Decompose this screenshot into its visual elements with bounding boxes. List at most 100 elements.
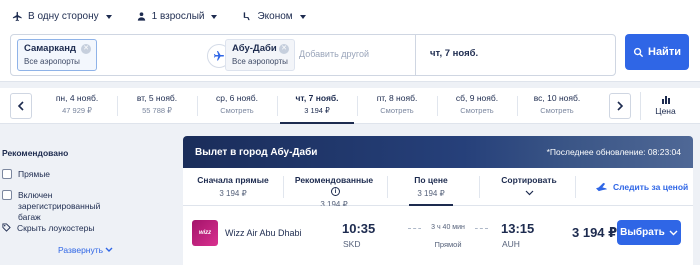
info-icon[interactable]: i (331, 187, 340, 196)
divider (575, 176, 576, 198)
banner-title: Вылет в город Абу-Даби (195, 147, 318, 158)
chevron-right-icon (617, 101, 624, 111)
expand-filters-link[interactable]: Развернуть (58, 245, 113, 255)
date-label: вс, 10 нояб. (533, 93, 581, 103)
clear-origin-icon[interactable]: ✕ (81, 44, 91, 54)
chevron-down-icon (105, 247, 113, 252)
add-other-destination[interactable]: Добавить другой (299, 49, 369, 59)
flight-card[interactable]: wizz Wizz Air Abu Dhabi 10:35 SKD 3 ч 40… (183, 206, 693, 265)
origin-airports: Все аэропорты (24, 57, 80, 66)
cabin-select[interactable]: Эконом (241, 11, 306, 22)
checkbox[interactable] (2, 169, 12, 179)
checkbox[interactable] (2, 190, 12, 200)
tab-label: Сортировать (501, 175, 557, 185)
divider (283, 176, 284, 198)
tab-label: По цене (414, 175, 448, 185)
results-panel: Вылет в город Абу-Даби *Последнее обновл… (183, 136, 693, 265)
filters-sidebar: Рекомендовано Прямые Включен зарегистрир… (0, 136, 175, 265)
date-price: Смотреть (540, 106, 574, 115)
seat-icon (244, 12, 251, 21)
tab-label: Сначала прямые (197, 175, 269, 185)
find-button[interactable]: Найти (625, 34, 689, 70)
date-price: 47 929 ₽ (62, 106, 92, 115)
plane-icon (214, 51, 224, 61)
filter-hide-lowcost[interactable]: Скрыть лоукостеры (2, 223, 94, 234)
date-field[interactable]: чт, 7 нояб. (415, 35, 615, 75)
chevron-down-icon (299, 14, 306, 19)
date-label: чт, 7 нояб. (295, 93, 339, 103)
destination-airports: Все аэропорты (232, 57, 288, 66)
trip-type-select[interactable]: В одну сторону (12, 11, 112, 22)
filter-direct[interactable]: Прямые (2, 169, 50, 180)
date-option[interactable]: ср, 6 нояб. Смотреть (197, 93, 277, 115)
follow-label: Следить за ценой (613, 181, 689, 192)
date-option[interactable]: вс, 10 нояб. Смотреть (517, 93, 597, 115)
trip-type-label: В одну сторону (28, 11, 99, 22)
date-price: 55 788 ₽ (142, 106, 172, 115)
cabin-label: Эконом (257, 11, 293, 22)
follow-price-link[interactable]: Следить за ценой (595, 181, 688, 192)
tab-direct-first[interactable]: Сначала прямые 3 194 ₽ (197, 175, 269, 198)
divider (387, 176, 388, 198)
date-option[interactable]: вт, 5 нояб. 55 788 ₽ (117, 93, 197, 115)
bell-plane-icon (596, 182, 607, 192)
clear-destination-icon[interactable]: ✕ (279, 44, 289, 54)
tab-recommended[interactable]: Рекомендованныеi 3 194 ₽ (289, 175, 379, 209)
plane-icon (12, 11, 22, 22)
search-icon (633, 47, 644, 57)
flight-price: 3 194 ₽ (572, 225, 618, 240)
date-carousel: пн, 4 нояб. 47 929 ₽ вт, 5 нояб. 55 788 … (0, 88, 700, 124)
filter-label: Включен зарегистрированный багаж (18, 190, 101, 222)
date-option[interactable]: пт, 8 нояб. Смотреть (357, 93, 437, 115)
chevron-left-icon (17, 101, 24, 111)
date-option[interactable]: сб, 9 нояб. Смотреть (437, 93, 517, 115)
tab-label: Рекомендованные (294, 175, 374, 185)
airline-logo: wizz (192, 220, 218, 246)
chevron-down-icon (525, 190, 533, 196)
arrival-airport: AUH (502, 239, 520, 249)
arrival-time: 13:15 (501, 221, 535, 236)
chevron-down-icon (211, 14, 218, 19)
departure-time: 10:35 (342, 221, 376, 236)
date-option-selected[interactable]: чт, 7 нояб. 3 194 ₽ (277, 93, 357, 124)
chevron-down-icon (669, 230, 678, 235)
next-dates-button[interactable] (609, 93, 631, 119)
date-label: ср, 6 нояб. (215, 93, 259, 103)
tab-price: 3 194 ₽ (417, 189, 445, 198)
chevron-down-icon (105, 14, 112, 19)
find-label: Найти (648, 46, 681, 58)
search-panel: В одну сторону 1 взрослый Эконом Самарка… (0, 0, 700, 82)
date-price: 3 194 ₽ (304, 106, 330, 115)
person-icon (137, 12, 145, 21)
choose-label: Выбрать (620, 227, 665, 238)
divider (479, 176, 480, 198)
date-option[interactable]: пн, 4 нояб. 47 929 ₽ (37, 93, 117, 115)
destination-field[interactable]: Абу-Даби Все аэропорты ✕ (225, 39, 295, 71)
passengers-label: 1 взрослый (151, 11, 205, 22)
price-chart-label: Цена (655, 106, 676, 116)
search-options: В одну сторону 1 взрослый Эконом (12, 11, 306, 22)
date-label: пт, 8 нояб. (376, 93, 418, 103)
price-chart-button[interactable]: Цена (640, 92, 690, 120)
last-updated: *Последнее обновление: 08:23:04 (546, 147, 681, 157)
prev-dates-button[interactable] (10, 93, 32, 119)
stops-label: Прямой (434, 240, 462, 249)
filters-title: Рекомендовано (2, 148, 69, 158)
date-price: Смотреть (380, 106, 414, 115)
expand-label: Развернуть (58, 245, 104, 255)
filter-checked-baggage[interactable]: Включен зарегистрированный багаж (2, 190, 122, 223)
departure-airport: SKD (343, 239, 361, 249)
tab-by-price[interactable]: По цене 3 194 ₽ (409, 175, 453, 206)
origin-field[interactable]: Самарканд Все аэропорты ✕ (17, 39, 97, 71)
choose-button[interactable]: Выбрать (617, 220, 681, 245)
airline-name: Wizz Air Abu Dhabi (225, 228, 302, 238)
tab-price: 3 194 ₽ (219, 189, 247, 198)
tab-sort[interactable]: Сортировать (497, 175, 561, 196)
flight-duration: 3 ч 40 мин (421, 224, 475, 231)
sort-tabs: Сначала прямые 3 194 ₽ Рекомендованныеi … (183, 168, 693, 209)
date-price: Смотреть (460, 106, 494, 115)
passengers-select[interactable]: 1 взрослый (136, 11, 218, 22)
filter-label: Прямые (18, 169, 51, 179)
destination-banner: Вылет в город Абу-Даби *Последнее обновл… (183, 136, 693, 168)
date-label: пн, 4 нояб. (55, 93, 99, 103)
